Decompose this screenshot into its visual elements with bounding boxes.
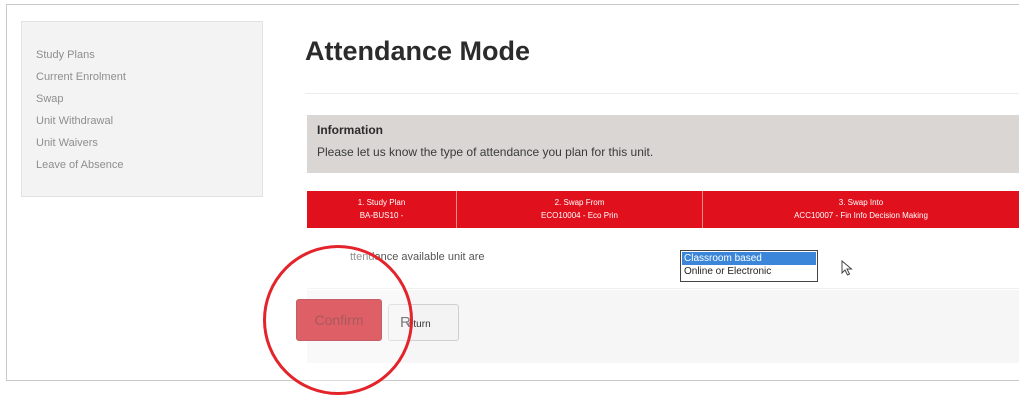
information-heading: Information [317, 123, 383, 137]
sidebar-item-study-plans[interactable]: Study Plans [36, 44, 262, 66]
mouse-pointer-icon [841, 260, 853, 276]
information-text: Please let us know the type of attendanc… [317, 145, 654, 159]
page-title: Attendance Mode [305, 36, 531, 66]
option-online-or-electronic[interactable]: Online or Electronic [682, 265, 816, 278]
step-study-plan: 1. Study Plan BA-BUS10 - [307, 191, 457, 228]
step-title: 2. Swap From [554, 198, 605, 207]
sidebar: Study Plans Current Enrolment Swap Unit … [21, 21, 263, 197]
step-title: 1. Study Plan [357, 198, 406, 207]
sidebar-item-unit-withdrawal[interactable]: Unit Withdrawal [36, 110, 262, 132]
information-panel: Information Please let us know the type … [307, 115, 1019, 173]
sidebar-item-swap[interactable]: Swap [36, 88, 262, 110]
highlight-circle-annotation [263, 245, 413, 395]
step-title: 3. Swap Into [838, 198, 884, 207]
sidebar-item-leave-of-absence[interactable]: Leave of Absence [36, 154, 262, 176]
step-swap-into: 3. Swap Into ACC10007 - Fin Info Decisio… [703, 191, 1019, 228]
progress-steps: 1. Study Plan BA-BUS10 - 2. Swap From EC… [307, 191, 1019, 228]
step-swap-from: 2. Swap From ECO10004 - Eco Prin [457, 191, 703, 228]
form-divider [307, 288, 1019, 289]
step-value: BA-BUS10 - [359, 211, 404, 220]
step-value: ACC10007 - Fin Info Decision Making [794, 211, 928, 220]
sidebar-item-current-enrolment[interactable]: Current Enrolment [36, 66, 262, 88]
step-value: ECO10004 - Eco Prin [541, 211, 618, 220]
option-classroom-based[interactable]: Classroom based [682, 252, 816, 265]
attendance-mode-listbox[interactable]: Classroom based Online or Electronic [680, 250, 818, 282]
title-divider [305, 93, 1019, 94]
sidebar-item-unit-waivers[interactable]: Unit Waivers [36, 132, 262, 154]
